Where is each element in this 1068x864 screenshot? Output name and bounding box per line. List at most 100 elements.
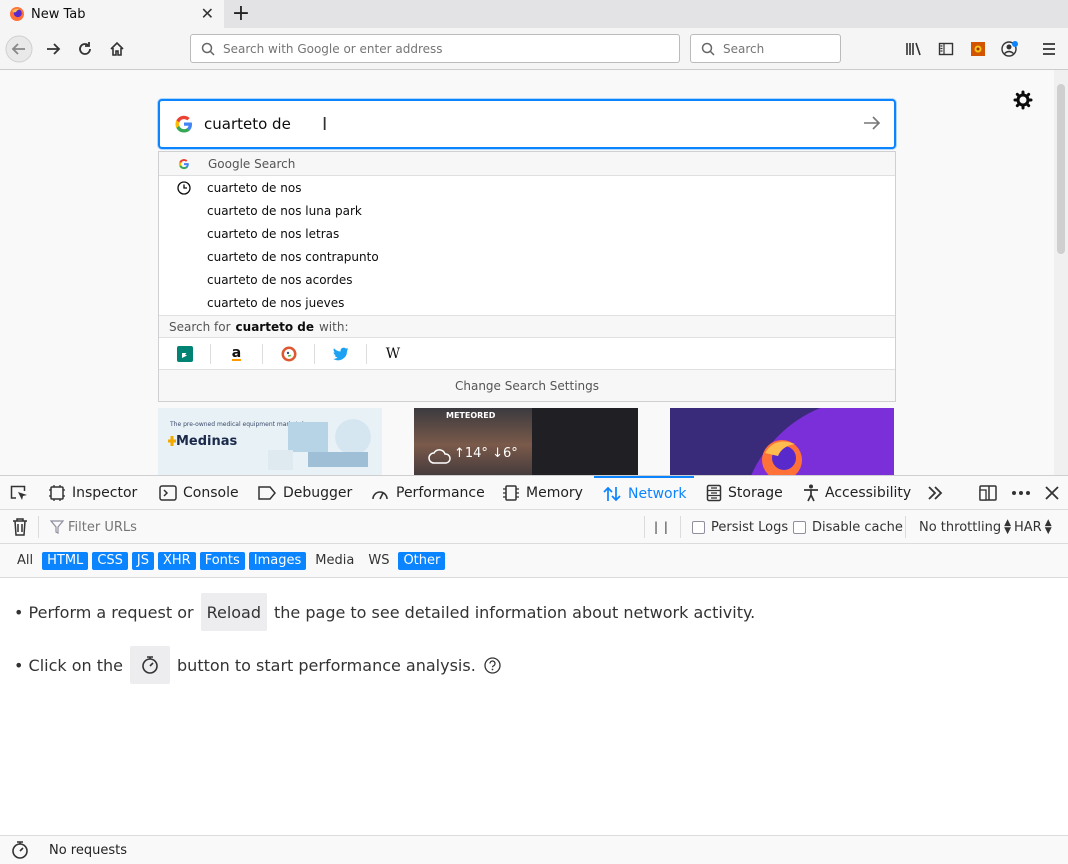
suggestion-item[interactable]: cuarteto de nos [159,176,895,199]
tab-storage[interactable]: Storage [706,476,783,510]
type-filter-images[interactable]: Images [248,552,307,570]
search-for-suffix: with: [318,319,349,334]
go-arrow-icon[interactable] [862,113,882,133]
amazon-icon: a [231,344,242,361]
top-site-tile-medinas[interactable]: The pre-owned medical equipment marketpl… [158,408,382,475]
network-icon [603,486,621,502]
engine-wikipedia-button[interactable]: W [367,344,419,364]
search-for-prefix: Search for [169,319,231,334]
new-tab-button[interactable]: + [230,1,252,26]
dock-side-icon [979,485,997,501]
tab-new-tab[interactable]: New Tab ✕ [0,0,224,28]
pause-recording-button[interactable]: | | [654,510,669,544]
tab-accessibility[interactable]: Accessibility [803,476,911,510]
library-icon [906,42,921,56]
back-button[interactable] [5,35,33,63]
type-filter-js[interactable]: JS [131,552,154,570]
close-devtools-button[interactable] [1044,476,1060,510]
library-button[interactable] [900,35,928,63]
tab-debugger[interactable]: Debugger [257,476,352,510]
suggestion-item[interactable]: cuarteto de nos contrapunto [159,245,895,268]
network-status-bar: No requests [0,835,1068,864]
type-filter-media[interactable]: Media [310,552,359,570]
element-picker-button[interactable] [9,476,35,510]
top-site-tile-meteored[interactable]: METEORED ↑14° ↓6° [414,408,638,475]
tab-inspector[interactable]: Inspector [48,476,137,510]
url-bar[interactable] [190,34,680,63]
reload-button[interactable]: Reload [200,593,268,631]
stopwatch-icon[interactable] [11,840,29,860]
duckduckgo-icon [281,346,296,361]
tile-brand: Medinas [176,434,238,449]
type-filter-html[interactable]: HTML [42,552,89,570]
type-filter-ws[interactable]: WS [363,552,394,570]
more-tools-button[interactable] [926,476,944,510]
text-cursor-icon: I [322,114,328,135]
gear-icon[interactable] [1013,90,1033,110]
trash-icon [13,518,27,536]
hint-text: the page to see detailed information abo… [274,602,756,622]
engine-twitter-button[interactable] [315,343,367,364]
top-site-tile-firefox[interactable] [670,408,894,475]
tab-performance[interactable]: Performance [370,476,485,510]
medinas-logo-icon [168,436,176,446]
clear-requests-button[interactable] [11,510,29,544]
search-bar[interactable] [690,34,841,63]
bing-icon [176,345,193,362]
close-tab-icon[interactable]: ✕ [201,4,214,23]
forward-button[interactable] [39,35,67,63]
devtools-menu-button[interactable] [1011,476,1031,510]
weather-phone-mockup [532,408,638,475]
filter-urls-input[interactable] [68,519,348,535]
tab-memory[interactable]: Memory [502,476,583,510]
type-filter-other[interactable]: Other [398,552,446,570]
sidebar-button[interactable] [932,35,960,63]
type-filter-all[interactable]: All [12,552,38,570]
tab-network[interactable]: Network [594,476,694,510]
throttling-select[interactable]: No throttling ▲ ▼ [919,510,1011,544]
menu-button[interactable] [1035,35,1063,63]
updown-caret-icon: ▲ ▼ [1044,518,1052,536]
change-search-settings-button[interactable]: Change Search Settings [159,369,895,401]
accessibility-icon [804,484,818,502]
url-input[interactable] [223,41,663,56]
updown-caret-icon: ▲ ▼ [1004,518,1011,536]
suggestion-item[interactable]: cuarteto de nos luna park [159,199,895,222]
engine-amazon-button[interactable]: a [211,343,263,364]
hamburger-menu-icon [1043,43,1055,55]
page-scrollbar[interactable] [1054,70,1068,475]
persist-logs-checkbox[interactable]: Persist Logs [692,510,788,544]
engine-duckduckgo-button[interactable] [263,343,315,364]
tab-label: Network [628,486,687,502]
suggestion-item[interactable]: cuarteto de nos jueves [159,291,895,314]
type-filter-fonts[interactable]: Fonts [199,552,245,570]
start-performance-analysis-button[interactable] [130,646,171,684]
type-filter-xhr[interactable]: XHR [158,552,196,570]
suggestion-item[interactable]: cuarteto de nos letras [159,222,895,245]
google-icon [175,115,192,133]
engine-bing-button[interactable] [159,343,211,364]
suggestion-text: cuarteto de nos jueves [207,295,345,310]
checkbox-box[interactable] [692,520,705,534]
filter-urls-field[interactable] [50,510,348,544]
navigation-toolbar [0,28,1068,70]
search-input[interactable] [723,41,833,56]
help-icon[interactable] [484,656,501,674]
close-icon [1045,486,1059,500]
scrollbar-thumb[interactable] [1057,84,1065,254]
tile-brand: METEORED [446,411,496,420]
dock-mode-button[interactable] [978,476,998,510]
newtab-search-box[interactable]: cuarteto de I [158,99,896,149]
checkbox-box[interactable] [793,520,806,534]
type-filter-css[interactable]: CSS [92,552,128,570]
home-button[interactable] [103,35,131,63]
reload-button[interactable] [71,35,99,63]
disable-cache-checkbox[interactable]: Disable cache [793,510,903,544]
tab-console[interactable]: Console [159,476,239,510]
har-menu-button[interactable]: HAR ▲ ▼ [1014,510,1052,544]
extension-button[interactable] [964,35,992,63]
suggestion-item[interactable]: cuarteto de nos acordes [159,268,895,291]
account-button[interactable] [996,35,1024,63]
hint-text: • Click on the [14,655,124,675]
search-query-text[interactable]: cuarteto de [204,115,291,133]
